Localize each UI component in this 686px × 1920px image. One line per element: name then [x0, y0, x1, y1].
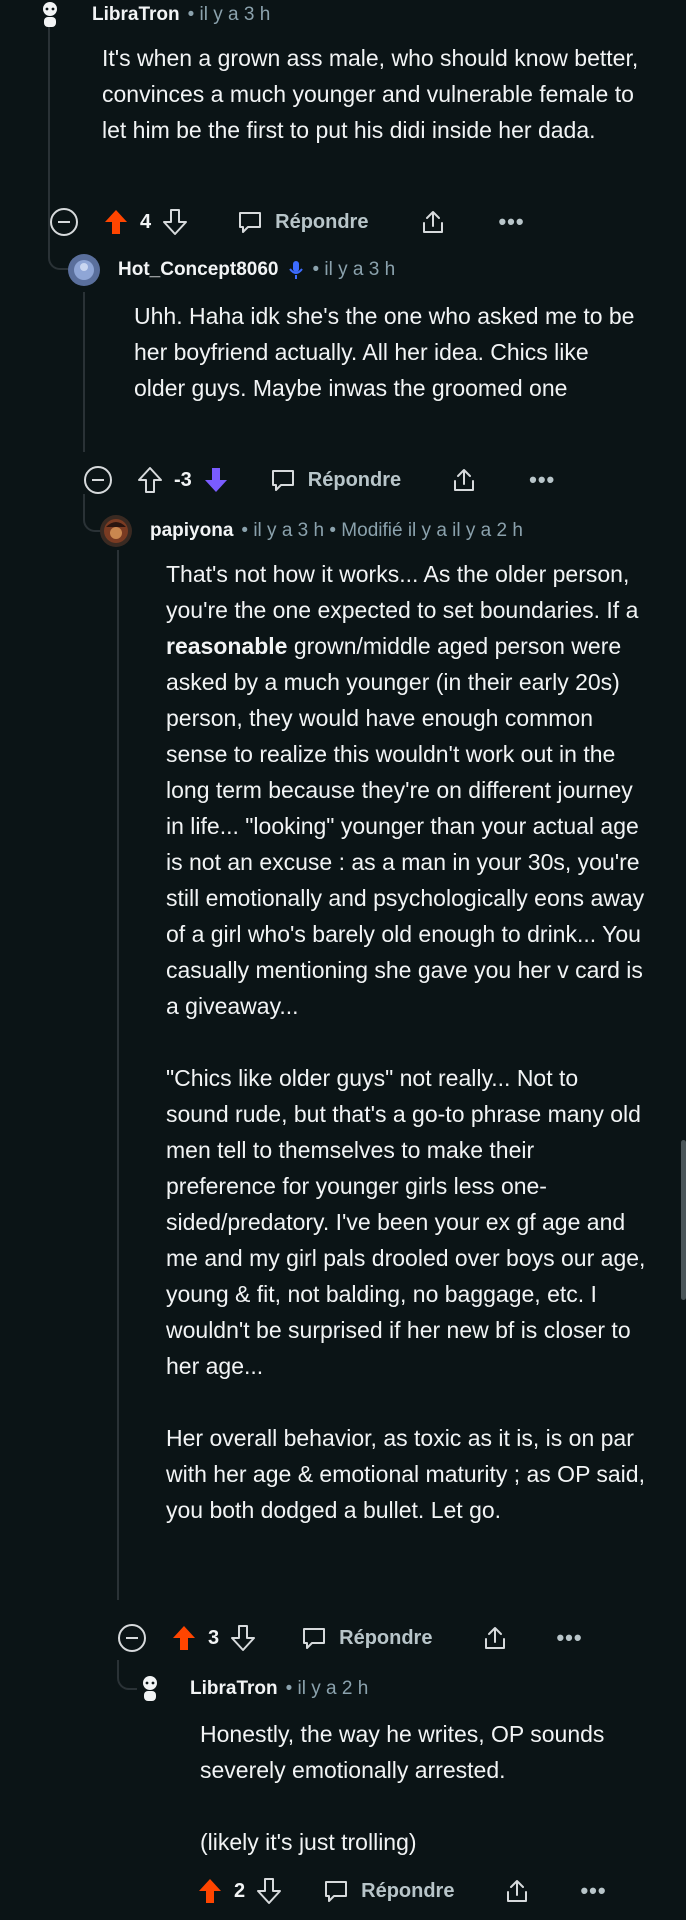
comment-author[interactable]: papiyona	[150, 520, 233, 542]
speech-bubble-icon	[271, 470, 294, 491]
more-options-button[interactable]: •••	[556, 1625, 582, 1651]
comment-body: It's when a grown ass male, who should k…	[102, 40, 642, 148]
comment-paragraph: Her overall behavior, as toxic as it is,…	[166, 1425, 645, 1523]
comment-body: Honestly, the way he writes, OP sounds s…	[200, 1716, 640, 1860]
comment-timestamp: • il y a 3 h • Modifié il y a il y a 2 h	[241, 520, 523, 541]
upvote-arrow-icon	[105, 210, 127, 234]
comment-action-bar: 4 Répondre •••	[50, 202, 525, 242]
collapse-thread-button[interactable]	[84, 466, 112, 494]
reply-label: Répondre	[361, 1879, 455, 1902]
comment-header: LibraTron • il y a 3 h	[34, 0, 270, 30]
share-button[interactable]	[482, 1625, 508, 1651]
upvote-button[interactable]	[136, 466, 164, 494]
comment-body: Uhh. Haha idk she's the one who asked me…	[134, 298, 644, 406]
downvote-arrow-icon	[231, 1625, 256, 1651]
upvote-button[interactable]	[170, 1624, 198, 1652]
comment-author[interactable]: LibraTron	[190, 1678, 278, 1700]
snoo-avatar-icon[interactable]	[34, 0, 66, 31]
comment-author[interactable]: LibraTron	[92, 4, 180, 26]
downvote-button[interactable]	[229, 1624, 257, 1652]
user-avatar-icon[interactable]	[68, 254, 100, 286]
share-icon	[423, 211, 444, 233]
share-button[interactable]	[420, 209, 446, 235]
comment-header: LibraTron • il y a 2 h	[134, 1674, 368, 1704]
downvote-button[interactable]	[202, 466, 230, 494]
comment-timestamp: • il y a 3 h	[187, 4, 271, 25]
collapse-thread-button[interactable]	[118, 1624, 146, 1652]
microphone-icon	[288, 261, 303, 279]
thread-line-level2	[117, 550, 119, 1600]
downvote-button[interactable]	[255, 1877, 283, 1905]
comment-body: That's not how it works... As the older …	[166, 556, 646, 1528]
more-options-button[interactable]: •••	[580, 1878, 606, 1904]
vote-score: 3	[208, 1626, 220, 1649]
downvote-arrow-icon	[163, 209, 188, 235]
comment-action-bar: 2 Répondre •••	[196, 1871, 607, 1911]
more-options-button[interactable]: •••	[498, 209, 524, 235]
upvote-button[interactable]	[102, 208, 130, 236]
comment-paragraph: "Chics like older guys" not really... No…	[166, 1065, 646, 1379]
vote-score: -3	[174, 468, 192, 491]
reply-button[interactable]: Répondre	[270, 467, 401, 493]
share-button[interactable]	[504, 1878, 530, 1904]
comment-header: Hot_Concept8060 • il y a 3 h	[68, 254, 396, 286]
scrollbar[interactable]	[681, 1140, 686, 1300]
comment-header: papiyona • il y a 3 h • Modifié il y a i…	[100, 515, 523, 547]
more-options-button[interactable]: •••	[529, 467, 555, 493]
comment-paragraph: That's not how it works... As the older …	[166, 561, 645, 1019]
comment-paragraph: Uhh. Haha idk she's the one who asked me…	[134, 303, 635, 401]
comment-action-bar: 3 Répondre •••	[118, 1618, 583, 1658]
share-icon	[454, 469, 475, 491]
share-icon	[485, 1627, 506, 1649]
downvote-arrow-icon	[257, 1878, 282, 1904]
speech-bubble-icon	[325, 1881, 348, 1902]
user-avatar-icon[interactable]	[100, 515, 132, 547]
upvote-arrow-icon	[199, 1879, 221, 1903]
speech-bubble-icon	[239, 212, 262, 233]
comment-timestamp: • il y a 2 h	[285, 1678, 369, 1699]
comment-action-bar: -3 Répondre •••	[84, 460, 555, 500]
collapse-thread-button[interactable]	[50, 208, 78, 236]
reply-label: Répondre	[275, 210, 369, 233]
comment-timestamp: • il y a 3 h	[312, 259, 396, 280]
thread-line-level1	[83, 292, 85, 452]
reply-button[interactable]: Répondre	[237, 209, 368, 235]
share-icon	[507, 1880, 528, 1902]
comment-author[interactable]: Hot_Concept8060	[118, 259, 279, 281]
vote-score: 2	[234, 1879, 246, 1902]
thread-line-root	[48, 24, 50, 210]
comment-paragraph: It's when a grown ass male, who should k…	[102, 45, 639, 143]
reply-label: Répondre	[307, 468, 402, 491]
speech-bubble-icon	[303, 1628, 326, 1649]
reply-button[interactable]: Répondre	[323, 1878, 454, 1904]
comment-paragraph: Honestly, the way he writes, OP sounds s…	[200, 1721, 605, 1783]
vote-score: 4	[140, 210, 152, 233]
upvote-arrow-icon	[138, 467, 162, 493]
bold-text: reasonable	[166, 633, 288, 659]
reply-button[interactable]: Répondre	[301, 1625, 432, 1651]
downvote-button[interactable]	[161, 208, 189, 236]
share-button[interactable]	[451, 467, 477, 493]
reply-label: Répondre	[339, 1626, 433, 1649]
upvote-arrow-icon	[173, 1626, 195, 1650]
downvote-arrow-icon	[204, 468, 227, 492]
snoo-avatar-icon[interactable]	[134, 1673, 166, 1705]
comment-paragraph: (likely it's just trolling)	[200, 1829, 417, 1855]
upvote-button[interactable]	[196, 1877, 224, 1905]
